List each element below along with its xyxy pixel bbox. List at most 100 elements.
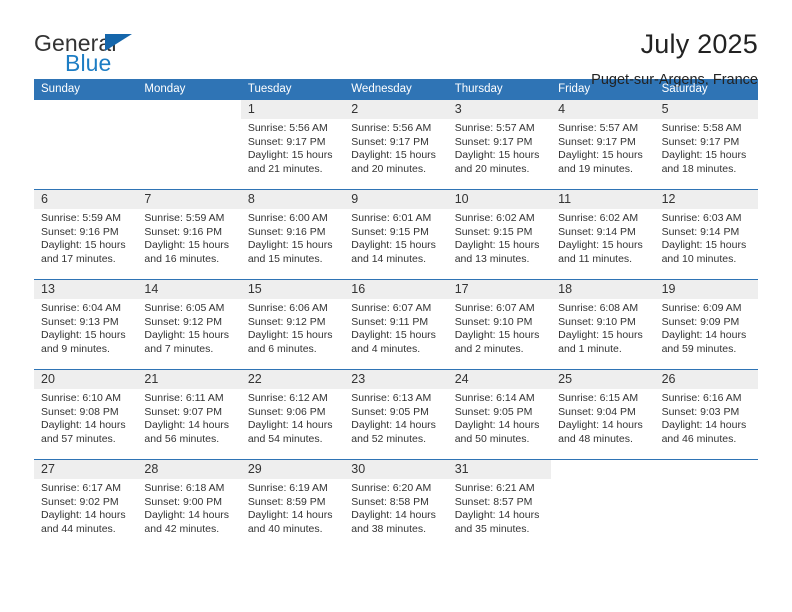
day-number: 25 (558, 372, 573, 386)
day-cell[interactable]: 10 Sunrise: 6:02 AM Sunset: 9:15 PM Dayligh… (447, 190, 552, 279)
daylight-duration-line2: and 11 minutes. (558, 252, 633, 265)
page-title: July 2025 (640, 29, 758, 59)
sunrise-time: Sunrise: 5:56 AM (247, 122, 328, 134)
calendar-week-row: 1 Sunrise: 5:56 AM Sunset: 9:17 PM Daylight… (34, 100, 758, 189)
daylight-duration-line1: Daylight: 15 hours (247, 149, 333, 162)
day-details: Sunrise: 6:15 AM Sunset: 9:04 PM Daylight:… (551, 389, 654, 446)
day-cell[interactable]: 14 Sunrise: 6:05 AM Sunset: 9:12 PM Dayligh… (137, 280, 241, 369)
day-number-bar: 12 (654, 190, 758, 209)
sunrise-time: Sunrise: 6:21 AM (454, 482, 535, 494)
day-number-bar: 10 (447, 190, 552, 209)
day-number-bar: 2 (344, 100, 448, 119)
day-number: 19 (661, 282, 676, 296)
sunset-time: Sunset: 9:10 PM (454, 315, 533, 328)
day-number-bar: 3 (447, 100, 552, 119)
day-cell[interactable]: 30 Sunrise: 6:20 AM Sunset: 8:58 PM Dayligh… (344, 460, 448, 549)
sunrise-time: Sunrise: 6:01 AM (351, 212, 432, 224)
day-cell[interactable]: 16 Sunrise: 6:07 AM Sunset: 9:11 PM Dayligh… (344, 280, 448, 369)
day-cell[interactable]: 18 Sunrise: 6:08 AM Sunset: 9:10 PM Dayligh… (551, 280, 655, 369)
daylight-duration-line2: and 17 minutes. (41, 252, 116, 265)
daylight-duration-line2: and 15 minutes. (247, 252, 323, 265)
day-cell[interactable]: 1 Sunrise: 5:56 AM Sunset: 9:17 PM Daylight… (240, 100, 345, 189)
day-cell[interactable]: 23 Sunrise: 6:13 AM Sunset: 9:05 PM Dayligh… (344, 370, 448, 459)
day-number-bar: 8 (240, 190, 345, 209)
sunset-time: Sunset: 9:15 PM (351, 225, 429, 238)
day-cell[interactable]: 3 Sunrise: 5:57 AM Sunset: 9:17 PM Daylight… (447, 100, 552, 189)
day-cell[interactable]: 28 Sunrise: 6:18 AM Sunset: 9:00 PM Dayligh… (137, 460, 241, 549)
daylight-duration-line2: and 13 minutes. (454, 252, 530, 265)
day-details: Sunrise: 6:11 AM Sunset: 9:07 PM Daylight:… (137, 389, 240, 446)
sunset-time: Sunset: 9:14 PM (558, 225, 636, 238)
day-number: 27 (41, 462, 55, 476)
day-cell[interactable]: 26 Sunrise: 6:16 AM Sunset: 9:03 PM Dayligh… (654, 370, 758, 459)
day-cell[interactable]: 20 Sunrise: 6:10 AM Sunset: 9:08 PM Dayligh… (34, 370, 138, 459)
day-cell[interactable]: 22 Sunrise: 6:12 AM Sunset: 9:06 PM Dayligh… (240, 370, 345, 459)
day-cell[interactable]: 8 Sunrise: 6:00 AM Sunset: 9:16 PM Daylight… (240, 190, 345, 279)
day-details: Sunrise: 6:01 AM Sunset: 9:15 PM Daylight:… (344, 209, 447, 266)
daylight-duration-line1: Daylight: 14 hours (144, 419, 230, 432)
day-number: 15 (247, 282, 262, 296)
sunrise-time: Sunrise: 5:56 AM (351, 122, 432, 134)
calendar-week-row: 20 Sunrise: 6:10 AM Sunset: 9:08 PM Dayligh… (34, 369, 758, 459)
sunrise-time: Sunrise: 6:07 AM (454, 302, 535, 314)
day-cell[interactable]: 9 Sunrise: 6:01 AM Sunset: 9:15 PM Daylight… (344, 190, 448, 279)
day-cell[interactable]: 13 Sunrise: 6:04 AM Sunset: 9:13 PM Dayligh… (34, 280, 138, 369)
daylight-duration-line2: and 9 minutes. (41, 342, 110, 355)
daylight-duration-line1: Daylight: 14 hours (247, 509, 333, 522)
day-cell[interactable]: 6 Sunrise: 5:59 AM Sunset: 9:16 PM Daylight… (34, 190, 138, 279)
sunset-time: Sunset: 9:17 PM (454, 135, 533, 148)
sunset-time: Sunset: 9:05 PM (454, 405, 533, 418)
daylight-duration-line1: Daylight: 15 hours (454, 329, 540, 342)
day-cell[interactable]: 29 Sunrise: 6:19 AM Sunset: 8:59 PM Dayligh… (240, 460, 345, 549)
day-number: 11 (558, 192, 572, 206)
daylight-duration-line2: and 20 minutes. (454, 162, 530, 175)
calendar-weeks: 1 Sunrise: 5:56 AM Sunset: 9:17 PM Daylight… (34, 100, 758, 549)
day-number: 8 (247, 192, 255, 206)
daylight-duration-line2: and 10 minutes. (661, 252, 737, 265)
day-number: 31 (454, 462, 469, 476)
day-cell[interactable]: 4 Sunrise: 5:57 AM Sunset: 9:17 PM Daylight… (551, 100, 655, 189)
sunset-time: Sunset: 9:09 PM (661, 315, 740, 328)
day-cell[interactable]: 11 Sunrise: 6:02 AM Sunset: 9:14 PM Dayligh… (551, 190, 655, 279)
sunrise-time: Sunrise: 5:59 AM (41, 212, 121, 224)
day-cell[interactable]: 15 Sunrise: 6:06 AM Sunset: 9:12 PM Dayligh… (240, 280, 345, 369)
weekday-header-friday: Friday (558, 83, 591, 95)
daylight-duration-line1: Daylight: 15 hours (558, 329, 643, 342)
daylight-duration-line1: Daylight: 14 hours (41, 509, 126, 522)
day-details: Sunrise: 6:03 AM Sunset: 9:14 PM Daylight:… (655, 209, 758, 266)
daylight-duration-line1: Daylight: 14 hours (661, 329, 747, 342)
day-cell[interactable]: 31 Sunrise: 6:21 AM Sunset: 8:57 PM Dayligh… (447, 460, 552, 549)
calendar-week-row: 27 Sunrise: 6:17 AM Sunset: 9:02 PM Dayligh… (34, 459, 758, 549)
day-details: Sunrise: 6:02 AM Sunset: 9:15 PM Daylight:… (448, 209, 551, 266)
daylight-duration-line2: and 46 minutes. (661, 432, 737, 445)
day-details: Sunrise: 6:00 AM Sunset: 9:16 PM Daylight:… (241, 209, 344, 266)
day-cell[interactable]: 24 Sunrise: 6:14 AM Sunset: 9:05 PM Dayligh… (447, 370, 552, 459)
day-number: 7 (144, 192, 152, 206)
sunrise-time: Sunrise: 6:19 AM (247, 482, 328, 494)
daylight-duration-line1: Daylight: 15 hours (247, 329, 333, 342)
sunset-time: Sunset: 8:58 PM (351, 495, 429, 508)
sunset-time: Sunset: 9:17 PM (351, 135, 429, 148)
day-cell[interactable]: 25 Sunrise: 6:15 AM Sunset: 9:04 PM Dayligh… (551, 370, 655, 459)
sunrise-time: Sunrise: 6:10 AM (41, 392, 121, 404)
sunset-time: Sunset: 9:17 PM (558, 135, 636, 148)
day-cell[interactable]: 27 Sunrise: 6:17 AM Sunset: 9:02 PM Dayligh… (34, 460, 138, 549)
day-details: Sunrise: 6:08 AM Sunset: 9:10 PM Daylight:… (551, 299, 654, 356)
day-cell[interactable]: 5 Sunrise: 5:58 AM Sunset: 9:17 PM Daylight… (654, 100, 758, 189)
day-details: Sunrise: 6:20 AM Sunset: 8:58 PM Daylight:… (344, 479, 447, 536)
day-cell[interactable]: 17 Sunrise: 6:07 AM Sunset: 9:10 PM Dayligh… (447, 280, 552, 369)
day-number-bar: 28 (137, 460, 241, 479)
day-cell[interactable]: 7 Sunrise: 5:59 AM Sunset: 9:16 PM Daylight… (137, 190, 241, 279)
day-cell-empty (655, 460, 758, 549)
day-cell[interactable]: 21 Sunrise: 6:11 AM Sunset: 9:07 PM Dayligh… (137, 370, 241, 459)
day-cell[interactable]: 12 Sunrise: 6:03 AM Sunset: 9:14 PM Dayligh… (654, 190, 758, 279)
day-number-bar: 7 (137, 190, 241, 209)
day-number-bar: 11 (551, 190, 655, 209)
sunrise-time: Sunrise: 6:17 AM (41, 482, 121, 494)
day-number-bar: 4 (551, 100, 655, 119)
day-cell[interactable]: 2 Sunrise: 5:56 AM Sunset: 9:17 PM Daylight… (344, 100, 448, 189)
weekday-header-tuesday: Tuesday (247, 83, 292, 95)
day-cell[interactable]: 19 Sunrise: 6:09 AM Sunset: 9:09 PM Dayligh… (654, 280, 758, 369)
sunrise-time: Sunrise: 6:16 AM (661, 392, 742, 404)
sunset-time: Sunset: 9:12 PM (247, 315, 326, 328)
